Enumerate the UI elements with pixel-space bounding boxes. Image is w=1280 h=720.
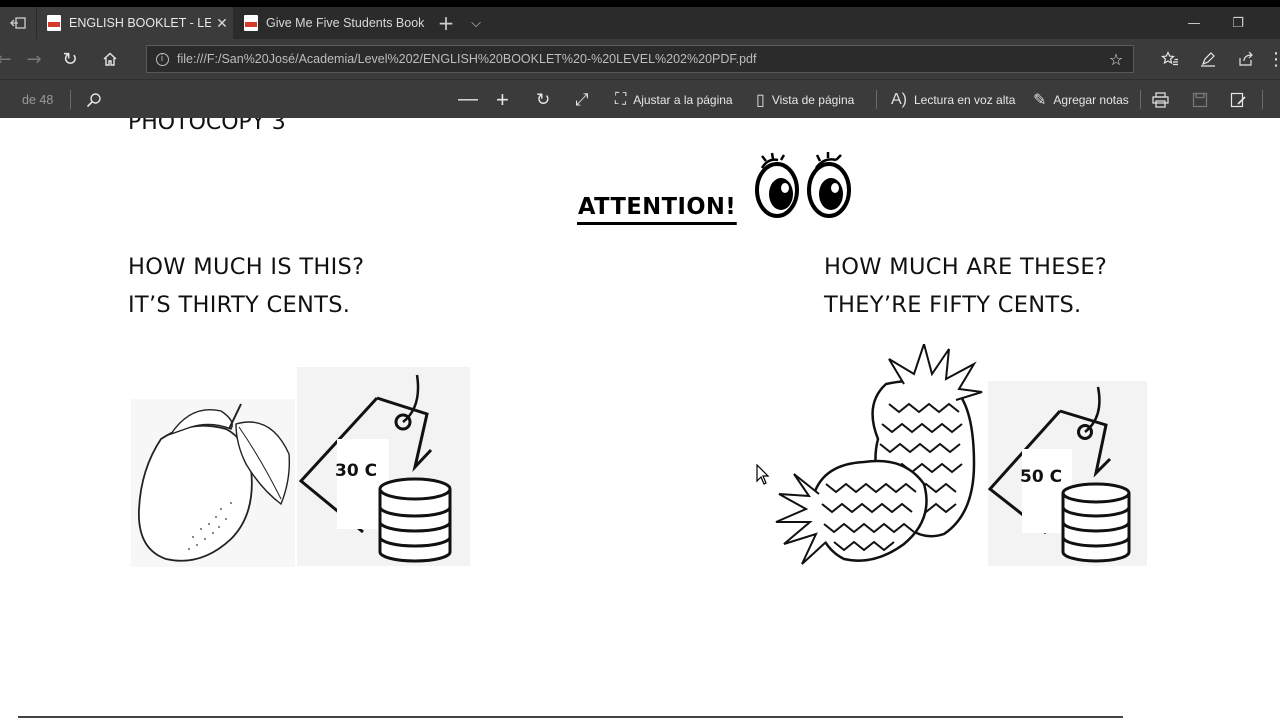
rotate-icon[interactable]: ↻ [536,80,550,119]
read-aloud-button[interactable]: A) Lectura en voz alta [891,80,1015,119]
pdf-toolbar: de 48 — + ↻ ⤢ ⛶ Ajustar a la página ▯ Vi… [0,79,1280,118]
page-count: de 48 [22,92,54,107]
mouse-cursor-icon [756,464,770,485]
add-notes-button[interactable]: ✎ Agregar notas [1033,80,1129,119]
more-icon[interactable]: ⋮ [1258,39,1280,79]
price-label-50: 50 C [1020,467,1063,487]
read-aloud-icon: A) [891,90,907,108]
page-view-icon: ▯ [756,91,765,109]
page-view-label: Vista de página [771,92,855,107]
pen-icon: ✎ [1033,91,1047,109]
address-url[interactable]: file:///F:/San%20José/Academia/Level%202… [177,52,1099,66]
fit-page-icon: ⛶ [615,90,627,108]
title-strip [0,0,1280,7]
navigation-bar: ← → ↻ i file:///F:/San%20José/Academia/L… [0,39,1280,79]
divider [1262,90,1263,109]
lemon-icon [138,403,291,562]
right-question: HOW MUCH ARE THESE? [824,254,1108,280]
search-icon[interactable] [86,80,102,119]
info-icon[interactable]: i [147,52,177,66]
left-question: HOW MUCH IS THIS? [128,254,365,280]
divider [876,90,877,109]
tab-title: ENGLISH BOOKLET - LE [69,16,211,30]
favorites-icon[interactable] [1152,39,1188,79]
home-icon[interactable] [92,39,128,79]
pineapple-icon [775,344,983,565]
page-bottom-rule [18,716,1123,718]
divider [1140,90,1141,109]
page-view-button[interactable]: ▯ Vista de página [756,80,854,119]
pdf-icon [244,15,258,31]
pdf-icon [47,15,61,31]
star-icon[interactable]: ☆ [1099,50,1133,69]
fullscreen-icon[interactable]: ⤢ [575,80,589,119]
chevron-down-icon[interactable]: ⌵ [466,7,486,39]
price-tag-icon [987,386,1131,563]
lemon-image [131,399,295,567]
browser-window: ENGLISH BOOKLET - LE ✕ Give Me Five Stud… [0,0,1280,720]
cartoon-eyes-icon [755,152,851,218]
save-icon[interactable] [1192,80,1208,119]
tab-give-me-five[interactable]: Give Me Five Students Book [234,7,428,39]
pen-icon[interactable] [1190,39,1226,79]
address-bar[interactable]: i file:///F:/San%20José/Academia/Level%2… [146,45,1134,73]
price-tag-50-image: 50 C [987,381,1147,566]
refresh-icon[interactable]: ↻ [52,39,88,79]
price-tag-icon [298,374,452,563]
right-answer: THEY’RE FIFTY CENTS. [824,292,1082,318]
tabs-aside-icon [10,17,26,29]
zoom-in-icon[interactable]: + [496,80,509,119]
close-icon[interactable]: ✕ [211,15,233,32]
photocopy-heading: PHOTOCOPY 3 [128,118,286,135]
fit-page-label: Ajustar a la página [633,92,733,107]
price-tag-30-image: 30 C [297,367,470,566]
tab-title: Give Me Five Students Book [266,16,425,30]
minimize-button[interactable]: — [1172,7,1216,39]
add-notes-label: Agregar notas [1053,92,1129,107]
fit-page-button[interactable]: ⛶ Ajustar a la página [615,80,733,119]
pdf-page: PHOTOCOPY 3 ATTENTION! HOW MUCH IS THIS?… [0,118,1280,720]
divider [70,90,71,109]
attention-title: ATTENTION! [577,192,738,225]
forward-arrow-icon[interactable]: → [16,39,52,79]
tab-english-booklet[interactable]: ENGLISH BOOKLET - LE ✕ [37,7,233,39]
restore-button[interactable]: ❐ [1216,7,1260,39]
set-tabs-aside-button[interactable] [0,7,36,39]
print-icon[interactable] [1152,80,1169,119]
tab-bar: ENGLISH BOOKLET - LE ✕ Give Me Five Stud… [0,7,1280,39]
price-label-30: 30 C [335,461,378,481]
plus-icon[interactable]: + [436,7,456,39]
left-answer: IT’S THIRTY CENTS. [128,292,351,318]
read-aloud-label: Lectura en voz alta [914,92,1016,107]
zoom-out-icon[interactable]: — [458,80,478,119]
save-as-icon[interactable] [1230,80,1247,119]
